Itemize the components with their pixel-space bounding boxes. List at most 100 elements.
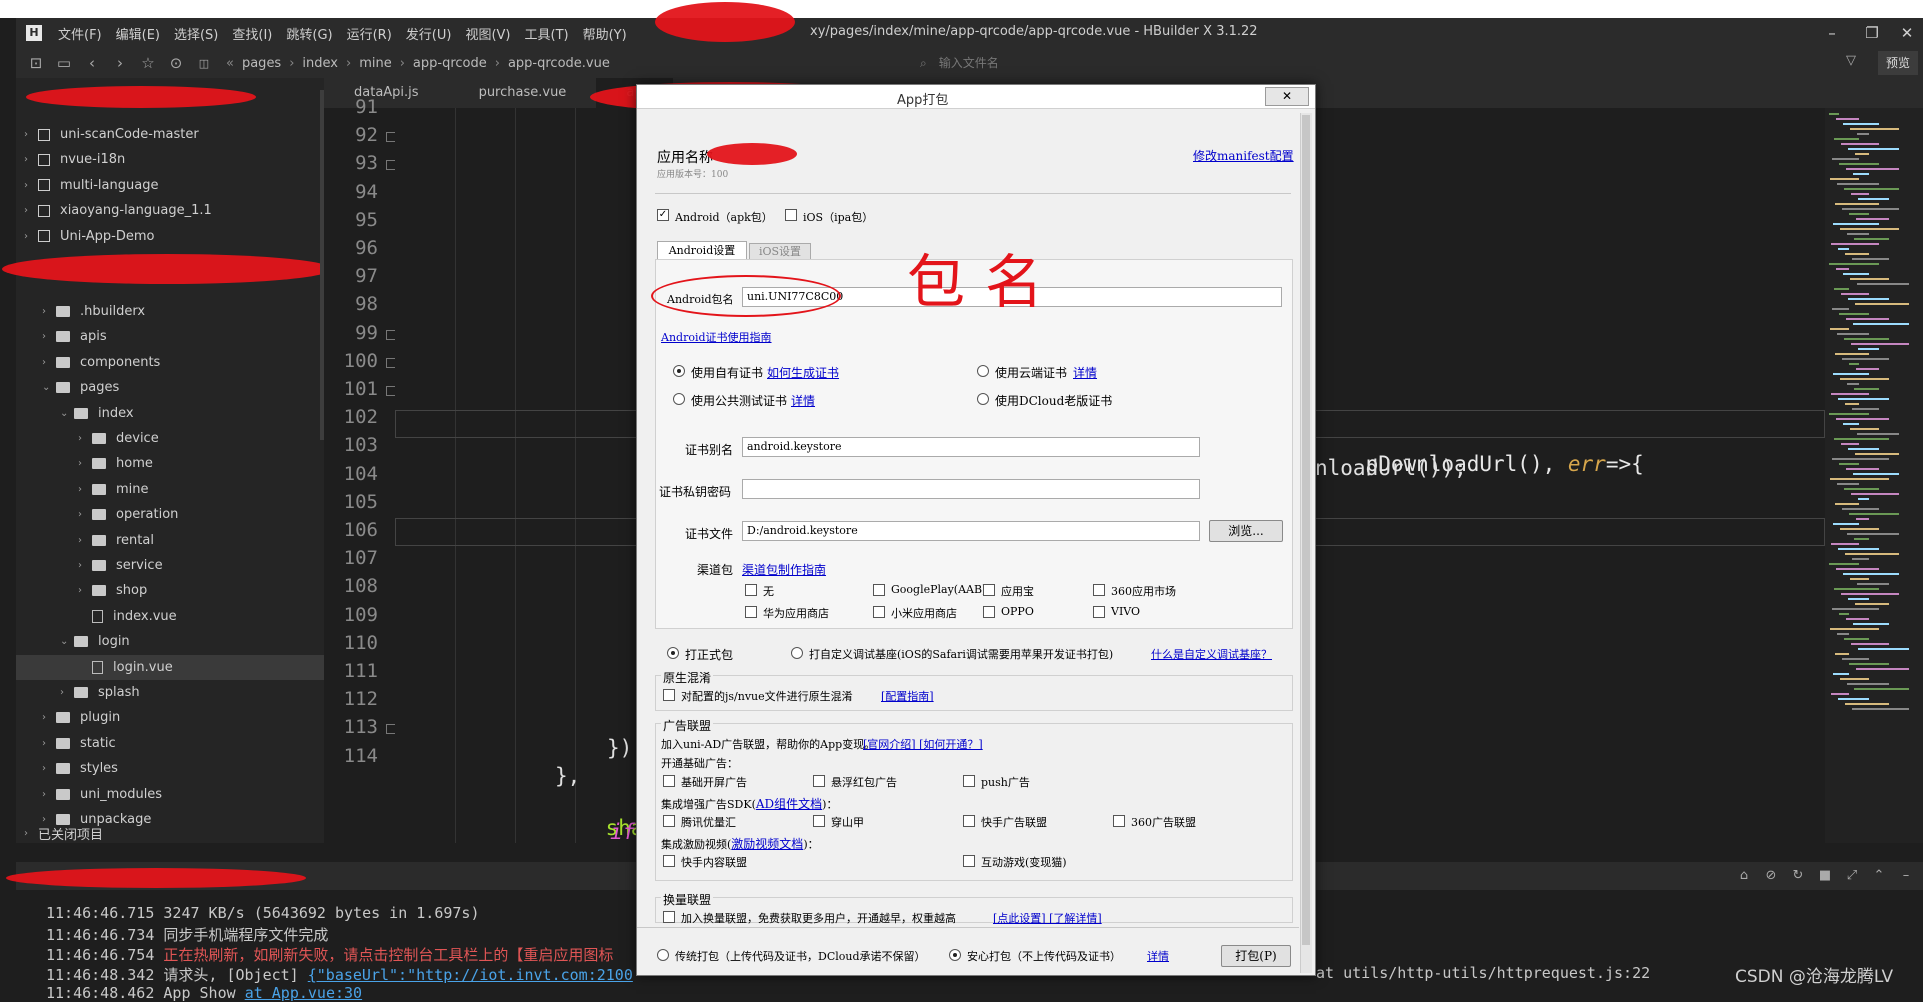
- tree-folder[interactable]: ›styles: [16, 756, 324, 781]
- minimap[interactable]: [1825, 108, 1923, 843]
- public-cert-radio[interactable]: [673, 393, 685, 405]
- breadcrumb-item[interactable]: pages: [242, 56, 281, 71]
- expand-icon[interactable]: ⤢: [1843, 868, 1861, 884]
- tab-ios-settings[interactable]: iOS设置: [749, 243, 811, 259]
- tree-folder[interactable]: ›rental: [16, 528, 324, 553]
- swap-union-link[interactable]: [点此设置] [了解详情]: [993, 910, 1102, 926]
- option-checkbox[interactable]: [963, 775, 975, 787]
- formal-package-radio[interactable]: [667, 647, 679, 659]
- safe-pack-detail-link[interactable]: 详情: [1147, 948, 1169, 964]
- option-checkbox[interactable]: [963, 855, 975, 867]
- tree-folder[interactable]: ›operation: [16, 502, 324, 527]
- tree-file[interactable]: login.vue: [16, 655, 324, 680]
- option-checkbox[interactable]: [813, 775, 825, 787]
- log-link[interactable]: {"baseUrl":"http://iot.invt.com:2100: [308, 966, 633, 984]
- alias-input[interactable]: android.keystore: [742, 437, 1200, 457]
- menu-goto[interactable]: 跳转(G): [286, 24, 332, 43]
- file-search-input[interactable]: ⌕输入文件名: [920, 52, 1800, 74]
- browse-button[interactable]: 浏览...: [1209, 520, 1283, 542]
- tree-folder[interactable]: ›static: [16, 731, 324, 756]
- log-source[interactable]: at App.vue:30: [245, 984, 362, 1002]
- ios-checkbox[interactable]: [785, 209, 797, 221]
- tree-folder[interactable]: ›uni_modules: [16, 782, 324, 807]
- stop-icon[interactable]: ■: [1816, 868, 1834, 884]
- menu-tools[interactable]: 工具(T): [525, 24, 569, 43]
- option-checkbox[interactable]: [873, 606, 885, 618]
- breadcrumb-item[interactable]: mine: [359, 56, 392, 71]
- option-checkbox[interactable]: [983, 606, 995, 618]
- preview-button[interactable]: 预览: [1878, 51, 1918, 75]
- star-icon[interactable]: ☆: [134, 54, 162, 72]
- option-checkbox[interactable]: [745, 606, 757, 618]
- tree-folder[interactable]: ›plugin: [16, 705, 324, 730]
- tab-android-settings[interactable]: Android设置: [657, 241, 747, 259]
- tree-folder[interactable]: ›home: [16, 451, 324, 476]
- clear-console-icon[interactable]: ⊘: [1762, 868, 1780, 884]
- menu-view[interactable]: 视图(V): [465, 24, 510, 43]
- tree-folder[interactable]: ›apis: [16, 324, 324, 349]
- new-file-icon[interactable]: ⊡: [22, 54, 50, 72]
- closed-projects[interactable]: › 已关闭项目: [16, 822, 324, 844]
- own-cert-radio[interactable]: [673, 365, 685, 377]
- log-source[interactable]: at utils/http-utils/httprequest.js:22: [1316, 964, 1650, 982]
- ad-sdk-doc-link[interactable]: AD组件文档: [756, 797, 822, 811]
- traditional-pack-radio[interactable]: [657, 949, 669, 961]
- dialog-scroll-thumb[interactable]: [1302, 115, 1310, 945]
- key-password-input[interactable]: [742, 479, 1200, 499]
- option-checkbox[interactable]: [745, 584, 757, 596]
- back-icon[interactable]: ‹: [78, 54, 106, 72]
- channel-guide-link[interactable]: 渠道包制作指南: [742, 561, 826, 578]
- native-obfuscation-checkbox[interactable]: [663, 689, 675, 701]
- option-checkbox[interactable]: [1093, 584, 1105, 596]
- tree-folder[interactable]: ›mine: [16, 477, 324, 502]
- tree-file[interactable]: index.vue: [16, 604, 324, 629]
- option-checkbox[interactable]: [663, 815, 675, 827]
- cert-file-input[interactable]: D:/android.keystore: [742, 521, 1200, 541]
- breadcrumb-item[interactable]: index: [302, 56, 338, 71]
- custom-base-link[interactable]: 什么是自定义调试基座？: [1151, 646, 1272, 662]
- minimize-panel-icon[interactable]: –: [1897, 868, 1915, 884]
- option-checkbox[interactable]: [873, 584, 885, 596]
- menu-publish[interactable]: 发行(U): [406, 24, 452, 43]
- tree-project[interactable]: ›multi-language: [16, 173, 324, 198]
- tree-project[interactable]: ›xiaoyang-language_1.1: [16, 198, 324, 223]
- forward-icon[interactable]: ›: [106, 54, 134, 72]
- public-cert-detail-link[interactable]: 详情: [791, 392, 815, 409]
- save-icon[interactable]: ▭: [50, 54, 78, 72]
- breadcrumb-item[interactable]: app-qrcode.vue: [508, 56, 610, 71]
- native-obfuscation-guide-link[interactable]: [配置指南]: [881, 688, 934, 704]
- swap-union-checkbox[interactable]: [663, 911, 675, 923]
- tree-folder[interactable]: ›splash: [16, 680, 324, 705]
- menu-select[interactable]: 选择(S): [174, 24, 218, 43]
- tree-folder[interactable]: ›device: [16, 426, 324, 451]
- tree-folder[interactable]: ⌄login: [16, 629, 324, 654]
- pack-button[interactable]: 打包(P): [1221, 945, 1291, 967]
- menu-file[interactable]: 文件(F): [58, 24, 102, 43]
- option-checkbox[interactable]: [983, 584, 995, 596]
- how-to-cert-link[interactable]: 如何生成证书: [767, 364, 839, 381]
- option-checkbox[interactable]: [663, 855, 675, 867]
- tree-folder[interactable]: ⌄pages: [16, 375, 324, 400]
- cert-guide-link[interactable]: Android证书使用指南: [661, 329, 772, 345]
- lock-icon[interactable]: ⌂: [1735, 868, 1753, 884]
- breadcrumb-item[interactable]: app-qrcode: [413, 56, 487, 71]
- filter-icon[interactable]: ▽: [1846, 53, 1856, 68]
- dialog-close-button[interactable]: ✕: [1265, 87, 1309, 106]
- custom-base-radio[interactable]: [791, 647, 803, 659]
- android-checkbox[interactable]: ✓: [657, 209, 669, 221]
- menu-run[interactable]: 运行(R): [347, 24, 392, 43]
- tree-folder[interactable]: ›service: [16, 553, 324, 578]
- ad-video-doc-link[interactable]: 激励视频文档: [731, 837, 803, 851]
- tree-folder[interactable]: ›.hbuilderx: [16, 299, 324, 324]
- tree-folder[interactable]: ›shop: [16, 578, 324, 603]
- menu-help[interactable]: 帮助(Y): [583, 24, 627, 43]
- tab-purchase[interactable]: purchase.vue: [449, 78, 597, 108]
- tree-project[interactable]: ›nvue-i18n: [16, 147, 324, 172]
- modify-manifest-link[interactable]: 修改manifest配置: [1193, 147, 1294, 164]
- run-icon[interactable]: ⊙: [162, 54, 190, 72]
- option-checkbox[interactable]: [813, 815, 825, 827]
- cloud-cert-radio[interactable]: [977, 365, 989, 377]
- cloud-cert-detail-link[interactable]: 详情: [1073, 364, 1097, 381]
- safe-pack-radio[interactable]: [949, 949, 961, 961]
- option-checkbox[interactable]: [1093, 606, 1105, 618]
